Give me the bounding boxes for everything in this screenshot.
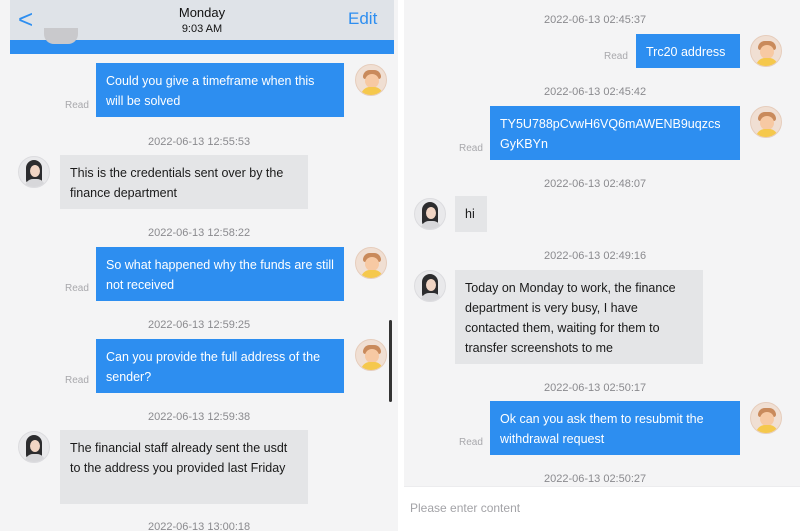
message-timestamp: 2022-06-13 12:58:22 — [148, 227, 251, 239]
outgoing-message: Ok can you ask them to resubmit the with… — [490, 401, 740, 455]
message-timestamp: 2022-06-13 02:50:27 — [544, 473, 647, 485]
outgoing-message: Trc20 address — [636, 34, 740, 68]
back-icon[interactable]: < — [18, 4, 33, 34]
message-timestamp: 2022-06-13 02:49:16 — [544, 250, 647, 262]
header-time: 9:03 AM — [181, 23, 223, 35]
message-input-bar — [404, 486, 800, 531]
read-status: Read — [65, 375, 89, 386]
message-timestamp: 2022-06-13 12:59:38 — [148, 411, 251, 423]
user-avatar-icon — [355, 64, 387, 96]
chat-panel-right: 2022-06-13 02:45:37 Read Trc20 address 2… — [404, 0, 800, 531]
read-status: Read — [65, 283, 89, 294]
user-avatar-icon — [355, 247, 387, 279]
read-status: Read — [459, 143, 483, 154]
outgoing-message: Can you provide the full address of the … — [96, 339, 344, 393]
message-timestamp: 2022-06-13 02:48:07 — [544, 178, 647, 190]
user-avatar-icon — [355, 339, 387, 371]
outgoing-message: TY5U788pCvwH6VQ6mAWENB9uqzcs GyKBYn — [490, 106, 740, 160]
scrollbar[interactable] — [389, 320, 392, 402]
read-status: Read — [604, 51, 628, 62]
user-avatar-icon — [750, 35, 782, 67]
incoming-message: This is the credentials sent over by the… — [60, 155, 308, 209]
message-timestamp: 2022-06-13 02:45:42 — [544, 86, 647, 98]
incoming-message: The financial staff already sent the usd… — [60, 430, 308, 504]
user-avatar-icon — [750, 402, 782, 434]
agent-avatar-icon — [414, 270, 446, 302]
agent-avatar-icon — [18, 431, 50, 463]
outgoing-message: So what happened why the funds are still… — [96, 247, 344, 301]
chat-panel-left: < Monday 9:03 AM Edit Read Could you giv… — [0, 0, 398, 531]
message-input[interactable] — [410, 497, 790, 519]
incoming-message: hi — [455, 196, 487, 232]
incoming-message: Today on Monday to work, the finance dep… — [455, 270, 703, 364]
read-status: Read — [459, 437, 483, 448]
read-status: Read — [65, 100, 89, 111]
message-timestamp: 2022-06-13 12:55:53 — [148, 136, 251, 148]
user-avatar-icon — [750, 106, 782, 138]
header-avatar — [44, 28, 78, 44]
message-timestamp: 2022-06-13 02:50:17 — [544, 382, 647, 394]
message-timestamp: 2022-06-13 13:00:18 — [148, 521, 251, 531]
outgoing-message: Could you give a timeframe when this wil… — [96, 63, 344, 117]
agent-avatar-icon — [18, 156, 50, 188]
message-timestamp: 2022-06-13 02:45:37 — [544, 14, 647, 26]
message-timestamp: 2022-06-13 12:59:25 — [148, 319, 251, 331]
header-day: Monday — [178, 5, 226, 20]
header-title: Monday 9:03 AM — [130, 0, 274, 36]
agent-avatar-icon — [414, 198, 446, 230]
edit-button[interactable]: Edit — [348, 9, 377, 29]
